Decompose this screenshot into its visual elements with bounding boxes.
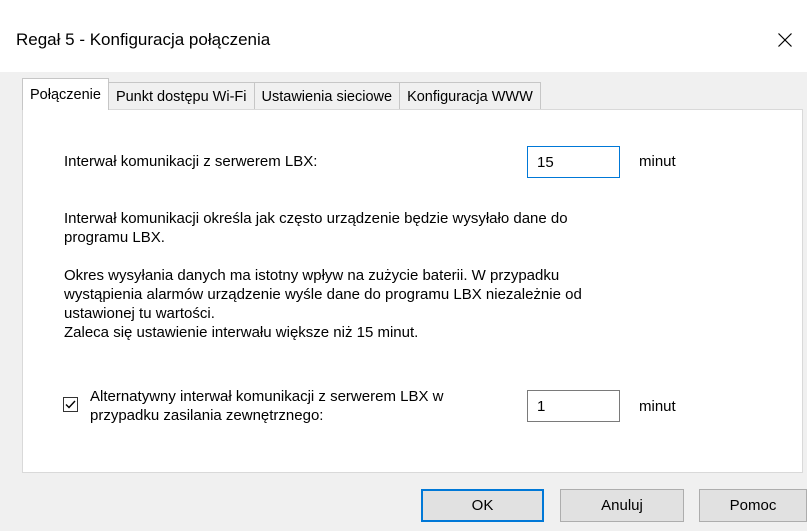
battery-note-line: ustawionej tu wartości. (64, 305, 215, 322)
help-button[interactable]: Pomoc (699, 489, 807, 522)
interval-description-line: Interwał komunikacji określa jak często … (64, 210, 568, 227)
close-button[interactable] (763, 18, 807, 62)
window-title: Regał 5 - Konfiguracja połączenia (16, 30, 271, 49)
tab-connection[interactable]: Połączenie (22, 78, 109, 110)
connection-tab-panel: Interwał komunikacji z serwerem LBX: min… (22, 109, 803, 473)
battery-note-line: wystąpienia alarmów urządzenie wyśle dan… (64, 286, 582, 303)
battery-note-line: Zaleca się ustawienie interwału większe … (64, 324, 419, 341)
ok-button[interactable]: OK (421, 489, 544, 522)
interval-description-line: programu LBX. (64, 229, 165, 246)
configuration-dialog: Regał 5 - Konfiguracja połączenia Połącz… (0, 0, 807, 531)
battery-note: Okres wysyłania danych ma istotny wpływ … (64, 266, 582, 342)
tab-network-settings[interactable]: Ustawienia sieciowe (253, 82, 401, 110)
interval-unit-label: minut (639, 153, 676, 170)
alt-interval-label: Alternatywny interwał komunikacji z serw… (90, 387, 443, 425)
battery-note-line: Okres wysyłania danych ma istotny wpływ … (64, 267, 560, 284)
tab-strip: Połączenie Punkt dostępu Wi-Fi Ustawieni… (22, 78, 541, 110)
alt-interval-input[interactable] (527, 390, 620, 422)
title-bar: Regał 5 - Konfiguracja połączenia (0, 0, 807, 72)
alt-interval-label-line: przypadku zasilania zewnętrznego: (90, 407, 324, 424)
close-icon (778, 33, 792, 47)
alt-interval-unit-label: minut (639, 398, 676, 415)
checkmark-icon (65, 400, 76, 409)
tab-wifi-access-point[interactable]: Punkt dostępu Wi-Fi (107, 82, 255, 110)
alt-interval-label-line: Alternatywny interwał komunikacji z serw… (90, 388, 444, 405)
interval-description: Interwał komunikacji określa jak często … (64, 209, 568, 247)
interval-label: Interwał komunikacji z serwerem LBX: (64, 153, 318, 170)
interval-input[interactable] (527, 146, 620, 178)
alt-interval-checkbox[interactable] (63, 397, 78, 412)
tab-www-configuration[interactable]: Konfiguracja WWW (399, 82, 541, 110)
cancel-button[interactable]: Anuluj (560, 489, 684, 522)
